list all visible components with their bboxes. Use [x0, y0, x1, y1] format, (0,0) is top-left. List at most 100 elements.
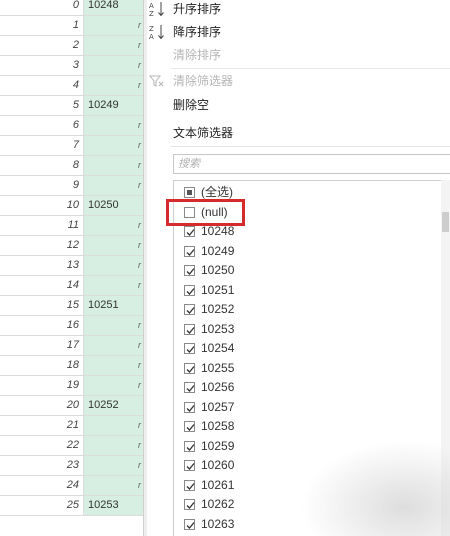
- cell-value: 10252: [84, 396, 143, 415]
- table-row[interactable]: 21 r: [0, 416, 147, 436]
- cell-value: r: [84, 36, 143, 55]
- checkbox-checked-icon[interactable]: [184, 382, 195, 393]
- checkbox-partial-icon[interactable]: [184, 187, 195, 198]
- checkbox-checked-icon[interactable]: [184, 245, 195, 257]
- cell-text: 10253: [88, 499, 119, 511]
- checkbox-checked-icon[interactable]: [184, 401, 195, 413]
- table-row[interactable]: 8r: [0, 156, 147, 176]
- checkbox-checked-icon[interactable]: [184, 440, 195, 452]
- filter-option-label: 10263: [201, 516, 235, 531]
- filter-option-label: 10259: [201, 438, 235, 453]
- cell-overflow-mark: r: [138, 220, 141, 230]
- filter-option-label: 10260: [201, 458, 235, 472]
- table-row[interactable]: 23 r: [0, 456, 147, 476]
- checkbox-checked-icon[interactable]: [184, 479, 195, 491]
- cell-overflow-mark: r: [138, 140, 141, 150]
- clear-sort-item: 清除排序: [147, 44, 450, 66]
- checkbox-checked-icon[interactable]: [184, 518, 195, 530]
- cell-value: r: [84, 276, 143, 295]
- cell-overflow-mark: r: [138, 360, 141, 370]
- checkbox-checked-icon[interactable]: [184, 362, 195, 374]
- checkbox-checked-icon[interactable]: [184, 284, 195, 296]
- cell-overflow-mark: r: [138, 420, 141, 430]
- cell-value: r: [84, 176, 143, 195]
- row-index: 3: [0, 56, 84, 75]
- checkbox-checked-icon[interactable]: [184, 343, 195, 354]
- cell-value: r: [84, 16, 143, 35]
- table-row[interactable]: 22 r: [0, 436, 147, 456]
- cell-overflow-mark: r: [138, 40, 141, 50]
- table-row[interactable]: 6r: [0, 116, 147, 136]
- row-index: 6: [0, 116, 84, 135]
- filter-option-label: 10262: [201, 497, 235, 511]
- menu-divider: [171, 146, 450, 147]
- checkbox-checked-icon[interactable]: [184, 265, 195, 276]
- remove-empty-item[interactable]: 删除空: [147, 94, 450, 116]
- checkbox-checked-icon[interactable]: [184, 499, 195, 510]
- table-row[interactable]: 10 10250: [0, 196, 147, 216]
- sort-ascending-icon: A Z: [149, 0, 165, 18]
- table-row[interactable]: 1r: [0, 16, 147, 36]
- cell-value: 10253: [84, 496, 143, 515]
- table-row[interactable]: 7r: [0, 136, 147, 156]
- cell-value: r: [84, 476, 143, 495]
- cell-value: 10248: [84, 0, 143, 15]
- svg-text:Z: Z: [149, 25, 154, 33]
- filter-option-label: 10256: [201, 380, 235, 394]
- row-index: 2: [0, 36, 84, 55]
- cell-overflow-mark: r: [138, 340, 141, 350]
- cell-value: r: [84, 316, 143, 335]
- cell-value: r: [84, 136, 143, 155]
- checkbox-checked-icon[interactable]: [184, 226, 195, 237]
- table-row[interactable]: 24 r: [0, 476, 147, 496]
- table-row[interactable]: 15 10251: [0, 296, 147, 316]
- table-row[interactable]: 20 10252: [0, 396, 147, 416]
- row-index: 18: [0, 356, 84, 375]
- table-row[interactable]: 17 r: [0, 336, 147, 356]
- data-grid: 0 10248 1 r 2 r 3 r 4 r 5 10249 6 r 7 r 8 r 9 r 10 10250 11 r 12…: [0, 0, 148, 536]
- checkbox-checked-icon[interactable]: [184, 323, 195, 335]
- checkbox-checked-icon[interactable]: [184, 460, 195, 471]
- table-row[interactable]: 25 10253: [0, 496, 147, 516]
- list-scrollbar-thumb[interactable]: [442, 212, 449, 232]
- sort-descending-item[interactable]: Z A 降序排序: [147, 21, 450, 43]
- table-row[interactable]: 12 r: [0, 236, 147, 256]
- table-row[interactable]: 18 r: [0, 356, 147, 376]
- row-index: 10: [0, 196, 84, 215]
- checkbox-checked-icon[interactable]: [184, 421, 195, 432]
- filter-option-label: 10253: [201, 321, 235, 336]
- cell-text: 10249: [88, 99, 119, 111]
- table-row[interactable]: 13 r: [0, 256, 147, 276]
- filter-option-label: 10250: [201, 263, 235, 277]
- table-row[interactable]: 9r: [0, 176, 147, 196]
- row-index: 16: [0, 316, 84, 335]
- sort-ascending-item[interactable]: A Z 升序排序: [147, 0, 450, 20]
- table-row[interactable]: 19 r: [0, 376, 147, 396]
- cell-value: r: [84, 156, 143, 175]
- cell-overflow-mark: r: [138, 460, 141, 470]
- row-index: 25: [0, 496, 84, 515]
- text-filters-item[interactable]: 文本筛选器: [147, 122, 450, 144]
- table-row[interactable]: 16 r: [0, 316, 147, 336]
- search-input[interactable]: 搜索: [173, 154, 450, 174]
- svg-text:A: A: [149, 2, 154, 10]
- cell-overflow-mark: r: [138, 20, 141, 30]
- cell-overflow-mark: r: [138, 60, 141, 70]
- cell-value: 10250: [84, 196, 143, 215]
- clear-sort-label: 清除排序: [173, 48, 222, 62]
- row-index: 1: [0, 16, 84, 35]
- cell-text: 10250: [88, 199, 119, 211]
- table-row[interactable]: 5 10249: [0, 96, 147, 116]
- table-row[interactable]: 4r: [0, 76, 147, 96]
- table-row[interactable]: 2r: [0, 36, 147, 56]
- table-row[interactable]: 14 r: [0, 276, 147, 296]
- cell-value: r: [84, 416, 143, 435]
- cell-value: r: [84, 216, 143, 235]
- table-row[interactable]: 0 10248: [0, 0, 147, 16]
- cell-value: r: [84, 56, 143, 75]
- row-index: 11: [0, 216, 84, 235]
- table-row[interactable]: 3r: [0, 56, 147, 76]
- row-index: 19: [0, 376, 84, 395]
- checkbox-checked-icon[interactable]: [184, 304, 195, 315]
- table-row[interactable]: 11 r: [0, 216, 147, 236]
